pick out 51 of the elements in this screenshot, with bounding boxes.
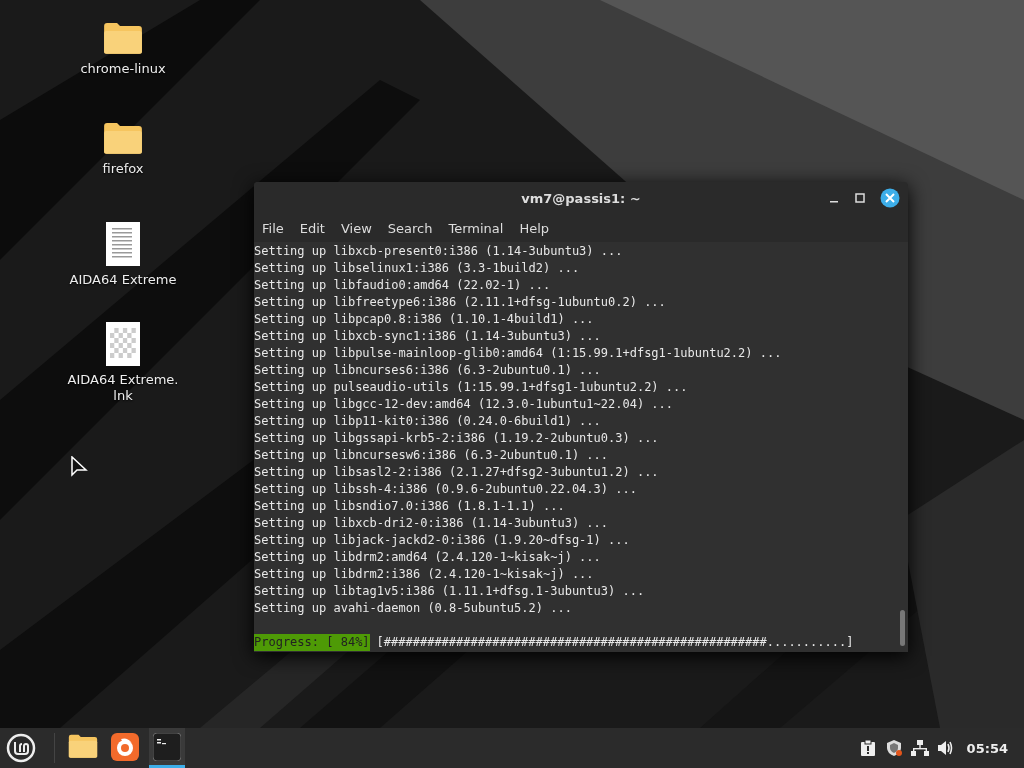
maximize-button[interactable] <box>854 192 866 204</box>
menu-logo-icon[interactable] <box>6 733 36 763</box>
volume-icon <box>936 739 955 757</box>
terminal-line: Setting up libp11-kit0:i386 (0.24.0-6build1) ... <box>254 413 602 430</box>
cursor-icon <box>70 456 88 478</box>
terminal-line: Setting up libsndio7.0:i386 (1.8.1-1.1) ... <box>254 498 566 515</box>
terminal-line: Setting up libsasl2-2:i386 (2.1.27+dfsg2-3ubuntu1.2) ... <box>254 464 660 481</box>
terminal-line: Setting up libgssapi-krb5-2:i386 (1.19.2-2ubuntu0.3) ... <box>254 430 660 447</box>
terminal-line: Setting up libxcb-dri2-0:i386 (1.14-3ubuntu3) ... <box>254 515 609 532</box>
terminal-line: Setting up libfaudio0:amd64 (22.02-1) ... <box>254 277 552 294</box>
terminal-line: Setting up libfreetype6:i386 (2.11.1+dfsg-1ubuntu0.2) ... <box>254 294 667 311</box>
document-icon <box>106 222 140 266</box>
terminal-line: Setting up libpulse-mainloop-glib0:amd64 (1:15.99.1+dfsg1-1ubuntu2.2) ... <box>254 345 783 362</box>
terminal-line: Setting up libselinux1:i386 (3.3-1build2) ... <box>254 260 581 277</box>
terminal-line: Setting up libgcc-12-dev:amd64 (12.3.0-1ubuntu1~22.04) ... <box>254 396 675 413</box>
window-title: vm7@passis1: ~ <box>521 190 641 206</box>
menu-item[interactable]: Edit <box>299 220 325 236</box>
terminal-line: Setting up libdrm2:i386 (2.4.120-1~kisak~j) ... <box>254 566 595 583</box>
clock: 05:54 <box>966 740 1008 756</box>
shield-icon <box>884 739 903 757</box>
progress-label: Progress: [ 84%] <box>254 634 370 651</box>
desktop-icon-label[interactable]: AIDA64 Extreme. lnk <box>67 372 179 404</box>
image-file-icon <box>106 322 140 366</box>
terminal-line: Setting up avahi-daemon (0.8-5ubuntu5.2) ... <box>254 600 573 617</box>
network-icon <box>910 739 929 757</box>
terminal-line: Setting up libncursesw6:i386 (6.3-2ubuntu0.1) ... <box>254 447 609 464</box>
scrollbar-thumb[interactable] <box>900 610 905 646</box>
menu-item[interactable]: File <box>262 220 284 236</box>
folder-icon <box>68 734 98 759</box>
terminal-line: Setting up libdrm2:amd64 (2.4.120-1~kisak~j) ... <box>254 549 602 566</box>
terminal-line: Setting up libpcap0.8:i386 (1.10.1-4build1) ... <box>254 311 595 328</box>
menu-item[interactable]: View <box>340 220 372 236</box>
progress-text: [#####################################################...........] <box>376 634 854 651</box>
terminal-icon <box>153 732 181 761</box>
menu-item[interactable]: Help <box>519 220 550 236</box>
close-button[interactable] <box>880 188 900 208</box>
terminal-line: Setting up libxcb-sync1:i386 (1.14-3ubuntu3) ... <box>254 328 602 345</box>
terminal-line: Setting up libtag1v5:i386 (1.11.1+dfsg.1-3ubuntu3) ... <box>254 583 646 600</box>
menu-item[interactable]: Search <box>387 220 433 236</box>
desktop-icon-label[interactable]: AIDA64 Extreme <box>69 272 177 288</box>
menu-item[interactable]: Terminal <box>448 220 504 236</box>
desktop-icon-label[interactable]: firefox <box>102 160 144 177</box>
terminal-line: Setting up libssh-4:i386 (0.9.6-2ubuntu0.22.04.3) ... <box>254 481 638 498</box>
terminal-line: Setting up libjack-jackd2-0:i386 (1.9.20~dfsg-1) ... <box>254 532 631 549</box>
browser-icon <box>111 732 139 761</box>
taskbar-launcher[interactable] <box>149 728 185 768</box>
terminal-line: Setting up libxcb-present0:i386 (1.14-3ubuntu3) ... <box>254 243 624 260</box>
terminal-line: Setting up libncurses6:i386 (6.3-2ubuntu0.1) ... <box>254 362 602 379</box>
clipboard-alert-icon <box>858 739 877 757</box>
terminal-line: Setting up pulseaudio-utils (1:15.99.1+dfsg1-1ubuntu2.2) ... <box>254 379 689 396</box>
desktop-icon-label[interactable]: chrome-linux <box>80 60 166 77</box>
